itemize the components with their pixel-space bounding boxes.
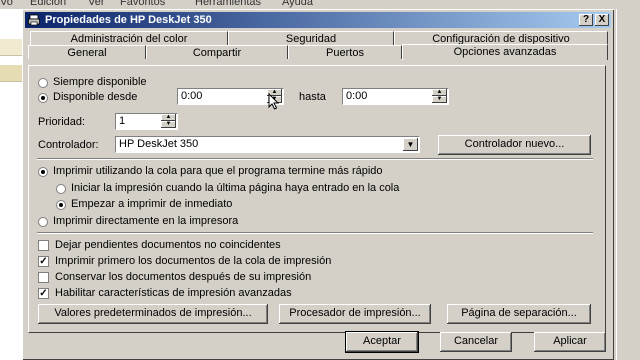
background-window-right xyxy=(616,9,640,360)
always-available-radio[interactable] xyxy=(38,78,48,88)
print-spooled-first-checkbox[interactable]: ✓ xyxy=(38,256,49,267)
bg-menu-item[interactable]: Vo xyxy=(0,0,13,8)
spool-radio[interactable] xyxy=(38,167,48,177)
printer-icon xyxy=(0,65,22,82)
always-available-label: Siempre disponible xyxy=(53,76,147,88)
new-driver-button[interactable]: Controlador nuevo... xyxy=(438,135,591,155)
tab-compartir[interactable]: Compartir xyxy=(146,45,288,59)
dialog-title: Propiedades de HP DeskJet 350 xyxy=(45,14,212,26)
print-direct-label: Imprimir directamente en la impresora xyxy=(53,215,239,227)
keep-printed-label: Conservar los documentos después de su i… xyxy=(55,271,312,283)
separator xyxy=(37,232,593,234)
tab-general[interactable]: General xyxy=(28,45,146,59)
start-after-last-page-label: Iniciar la impresión cuando la última pá… xyxy=(71,182,400,194)
tab-puertos[interactable]: Puertos xyxy=(288,45,402,59)
driver-select[interactable]: HP DeskJet 350 ▼ xyxy=(115,136,420,153)
driver-label: Controlador: xyxy=(38,139,99,151)
chevron-down-icon[interactable]: ▼ xyxy=(403,138,418,151)
until-label: hasta xyxy=(299,91,326,103)
close-button[interactable]: X xyxy=(595,14,609,26)
until-time-value: 0:00 xyxy=(346,90,368,102)
apply-button[interactable]: Aplicar xyxy=(534,332,606,352)
priority-stepper[interactable]: 1 ▲ ▼ xyxy=(115,113,178,130)
driver-value: HP DeskJet 350 xyxy=(119,138,199,150)
help-button[interactable]: ? xyxy=(579,14,593,26)
print-processor-button[interactable]: Procesador de impresión... xyxy=(279,304,431,324)
printer-properties-dialog: Propiedades de HP DeskJet 350 ? X Admini… xyxy=(22,9,614,360)
start-immediately-radio[interactable] xyxy=(56,200,66,210)
stepper-up-icon[interactable]: ▲ xyxy=(432,89,447,96)
bg-menu-item[interactable]: Ayuda xyxy=(282,0,313,8)
tab-opciones-avanzadas[interactable]: Opciones avanzadas xyxy=(402,44,608,60)
priority-value: 1 xyxy=(119,115,126,127)
print-spooled-first-label: Imprimir primero los documentos de la co… xyxy=(55,255,332,267)
printing-defaults-button[interactable]: Valores predeterminados de impresión... xyxy=(38,304,268,324)
ok-button[interactable]: Aceptar xyxy=(345,331,419,353)
stepper-down-icon[interactable]: ▼ xyxy=(161,121,176,128)
background-menubar: Vo Edición Ver Favoritos Herramientas Ay… xyxy=(0,0,640,9)
until-time-stepper[interactable]: 0:00 ▲ ▼ xyxy=(342,88,449,105)
advanced-options-panel: Siempre disponible Disponible desde 0:00… xyxy=(28,65,606,333)
stepper-up-icon[interactable]: ▲ xyxy=(161,114,176,121)
hold-mismatched-label: Dejar pendientes documentos no coinciden… xyxy=(55,239,281,251)
advanced-features-checkbox[interactable]: ✓ xyxy=(38,288,49,299)
printer-icon xyxy=(0,39,22,56)
from-time-value: 0:00 xyxy=(181,90,203,102)
start-after-last-page-radio[interactable] xyxy=(56,184,66,194)
title-bar[interactable]: Propiedades de HP DeskJet 350 ? X xyxy=(25,12,611,28)
keep-printed-checkbox[interactable] xyxy=(38,272,49,283)
bg-menu-item[interactable]: Edición xyxy=(30,0,66,8)
bg-menu-item[interactable]: Favoritos xyxy=(120,0,165,8)
separator xyxy=(37,158,593,160)
stepper-down-icon[interactable]: ▼ xyxy=(432,96,447,103)
bg-menu-item[interactable]: Herramientas xyxy=(195,0,261,8)
printer-icon xyxy=(28,14,40,26)
available-from-label: Disponible desde xyxy=(53,91,138,103)
tab-administracion-color[interactable]: Administración del color xyxy=(30,31,228,45)
tab-seguridad[interactable]: Seguridad xyxy=(228,31,394,45)
bg-menu-item[interactable]: Ver xyxy=(88,0,105,8)
tab-configuracion-dispositivo[interactable]: Configuración de dispositivo xyxy=(394,31,608,45)
background-window-left xyxy=(0,9,22,360)
print-direct-radio[interactable] xyxy=(38,217,48,227)
priority-label: Prioridad: xyxy=(38,116,86,128)
advanced-features-label: Habilitar características de impresión a… xyxy=(55,287,292,299)
spool-label: Imprimir utilizando la cola para que el … xyxy=(53,165,383,177)
hold-mismatched-checkbox[interactable] xyxy=(38,240,49,251)
separator-page-button[interactable]: Página de separación... xyxy=(447,304,591,324)
mouse-pointer-icon xyxy=(268,93,280,110)
start-immediately-label: Empezar a imprimir de inmediato xyxy=(71,198,233,210)
available-from-radio[interactable] xyxy=(38,93,48,103)
cancel-button[interactable]: Cancelar xyxy=(440,332,512,352)
